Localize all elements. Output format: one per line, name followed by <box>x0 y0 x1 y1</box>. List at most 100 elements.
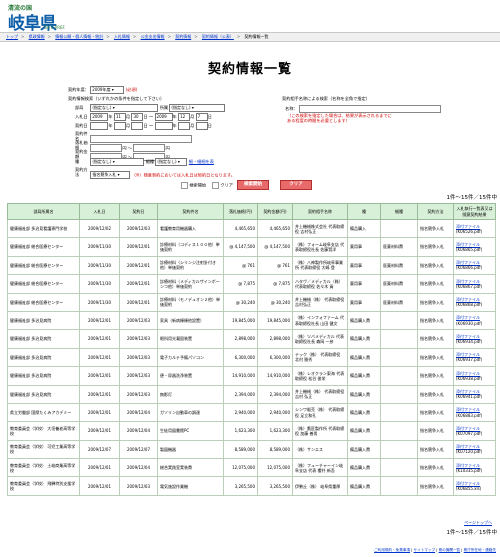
table-cell <box>380 476 418 496</box>
table-cell: @ 30,240 <box>223 292 258 312</box>
table-row: 健康福祉部 多治見病院 2009/12/01 2009/12/03 便・尿器洗浄装置 1… <box>7 366 496 386</box>
table-cell: 備品購入費 <box>347 384 381 404</box>
table-cell: 薬用事 <box>347 292 381 312</box>
logo-sub-text: GIFU PREF. <box>44 25 66 30</box>
table-cell: 健康福祉部 多治見病院 <box>7 310 80 331</box>
table-cell: 8,589,000 <box>257 439 293 460</box>
breadcrumb-item[interactable]: 入札情報 <box>114 34 130 39</box>
table-cell: 2009/12/01 <box>79 366 120 386</box>
fiscal-year-select[interactable]: 2009年度 ▾ <box>90 86 125 94</box>
table-cell: 薬用事 <box>347 237 381 257</box>
breadcrumb-item[interactable]: 県政情報 <box>29 34 45 39</box>
table-cell: 2009/12/03 <box>119 329 158 349</box>
table-cell: シンワ販売（株） 代表取締役 足立和孔 <box>292 402 348 423</box>
footer-link[interactable]: 県の機関一覧 <box>439 548 461 552</box>
column-header: 契約件名 <box>157 203 224 220</box>
table-cell: （株）サンエス <box>292 439 348 460</box>
bid-to-year[interactable]: 2009 <box>154 113 173 121</box>
attachment-filename: (K06526.pdf) <box>456 228 483 234</box>
table-cell: 無影灯 <box>157 384 224 404</box>
breadcrumb-item[interactable]: 公金支出情報 <box>141 34 165 39</box>
contract-to-year[interactable] <box>154 122 173 130</box>
attachment-filename: (K06865.pdf) <box>456 247 483 253</box>
contract-from-year[interactable] <box>90 122 109 130</box>
table-cell: 指名競争入札 <box>417 329 454 349</box>
bid-date-label: 入札日 <box>75 114 88 119</box>
bid-from-year[interactable]: 2009 <box>90 113 109 121</box>
site-logo[interactable]: 清流の国 岐阜県 GIFU PREF. <box>8 3 72 34</box>
table-cell: 2009/11/30 <box>79 274 120 294</box>
table-cell: （株）フューチャーイン岐阜支店 代表 櫻井 新吾 <box>292 458 348 478</box>
contract-to-month[interactable] <box>178 122 191 130</box>
table-cell: （株）レオクラン東海 代表取締役 松谷 俊栄 <box>292 366 348 386</box>
search-start-button[interactable]: 検索開始 <box>237 180 269 190</box>
table-cell <box>380 310 418 331</box>
table-cell: 井上機械株式会社 代表取締役 吉村弘正 <box>292 218 348 239</box>
table-cell: 医薬材料費 <box>380 292 418 312</box>
table-cell: 備品購入費 <box>347 458 381 478</box>
clear-link[interactable]: クリア <box>212 182 233 189</box>
table-cell: 総合実践室実装費 <box>157 458 224 478</box>
footer: ご利用規約・免責事項 | サイトマップ | 県の機関一覧 | 県庁所在地・連絡先 <box>374 548 496 552</box>
type-select[interactable]: (指定なし) ▾ <box>90 158 145 166</box>
table-cell: 添付ファイル (K06938.pdf) <box>453 366 496 386</box>
bid-to-day[interactable]: 7 <box>195 113 208 121</box>
contract-from-day[interactable] <box>131 122 144 130</box>
table-cell: 2009/12/03 <box>119 310 158 331</box>
breadcrumb-item[interactable]: 情報公開・個人情報・統計 <box>55 34 103 39</box>
table-cell: 2,394,000 <box>223 384 258 404</box>
table-cell: 2009/12/01 <box>119 274 158 294</box>
field-link[interactable]: 細・細細を表 <box>189 159 214 164</box>
breadcrumb-item[interactable]: トップ <box>6 34 18 39</box>
table-cell: 3,265,500 <box>223 476 258 496</box>
breadcrumb-current: 契約情報一覧 <box>244 34 269 39</box>
table-cell <box>380 329 418 349</box>
table-row: 教育委員会（学校） 大垣養老高等学校 2009/12/01 2009/12/04 生徒… <box>7 421 496 441</box>
breadcrumb-item[interactable]: 契約情報（公表） <box>202 34 234 39</box>
breadcrumb-item[interactable]: 契約情報 <box>175 34 191 39</box>
table-cell: 2009/12/03 <box>119 384 158 404</box>
table-cell: 2009/12/01 <box>79 384 120 404</box>
partner-name-input[interactable] <box>298 105 441 113</box>
attachment-filename: (K06938.pdf) <box>456 375 483 381</box>
table-cell <box>380 458 418 478</box>
table-cell: 教育委員会（学校） 大垣養老高等学校 <box>7 421 80 441</box>
table-cell <box>380 421 418 441</box>
contract-date-label: 契約日 <box>75 123 88 128</box>
table-cell: 添付ファイル (K06868.pdf) <box>453 292 496 312</box>
table-cell: 医薬材料費 <box>380 255 418 276</box>
table-cell: 2009/12/03 <box>119 218 158 239</box>
office-select[interactable]: (指定なし) ▾ <box>169 104 226 112</box>
attachment-filename: (K07120.pdf) <box>456 449 483 455</box>
method-select[interactable]: 指名競争入札 ▾ <box>90 171 131 180</box>
field-select[interactable]: (指定なし) ▾ <box>155 158 188 166</box>
bid-from-day[interactable]: 30 <box>131 113 144 121</box>
table-cell: 備品購入費 <box>347 439 381 460</box>
table-cell: 指名競争入札 <box>417 366 454 386</box>
search-conditions: 部局 (指定なし) ▾ 所属 (指定なし) ▾ 入札日 2009 年 11 月 30… <box>75 104 255 180</box>
footer-link[interactable]: サイトマップ <box>414 548 436 552</box>
footer-link[interactable]: ご利用規約・免責事項 <box>374 548 410 552</box>
table-cell: 添付ファイル (K06883.pdf) <box>453 402 496 423</box>
table-cell: 健康福祉部 多治見病院 <box>7 347 80 368</box>
start-link[interactable]: 検索開始 <box>181 182 206 189</box>
contract-from-month[interactable] <box>113 122 126 130</box>
page-top-link[interactable]: ページトップへ <box>464 520 492 526</box>
table-cell: 2009/12/04 <box>119 421 158 441</box>
table-cell: 2009/12/01 <box>79 421 120 441</box>
field-label: 細種 <box>145 159 155 164</box>
site-header: 清流の国 岐阜県 GIFU PREF. <box>0 0 500 34</box>
footer-link[interactable]: 県庁所在地・連絡先 <box>464 548 496 552</box>
table-cell: 健康福祉部 総合医療センター <box>7 237 80 257</box>
bid-from-month[interactable]: 11 <box>113 113 126 121</box>
table-cell: @ 7,875 <box>223 274 258 294</box>
dept-select[interactable]: (指定なし) ▾ <box>90 104 159 112</box>
table-cell <box>380 347 418 368</box>
logo-text: 岐阜県 <box>8 14 57 34</box>
type-row: 種 (指定なし) ▾ 細種 (指定なし) ▾ 細・細細を表 <box>75 158 255 167</box>
table-cell <box>380 218 418 239</box>
clear-button[interactable]: クリア <box>280 180 312 190</box>
contract-to-day[interactable] <box>195 122 208 130</box>
bid-to-month[interactable]: 12 <box>178 113 191 121</box>
table-cell: 添付ファイル (K07120.pdf) <box>453 439 496 460</box>
